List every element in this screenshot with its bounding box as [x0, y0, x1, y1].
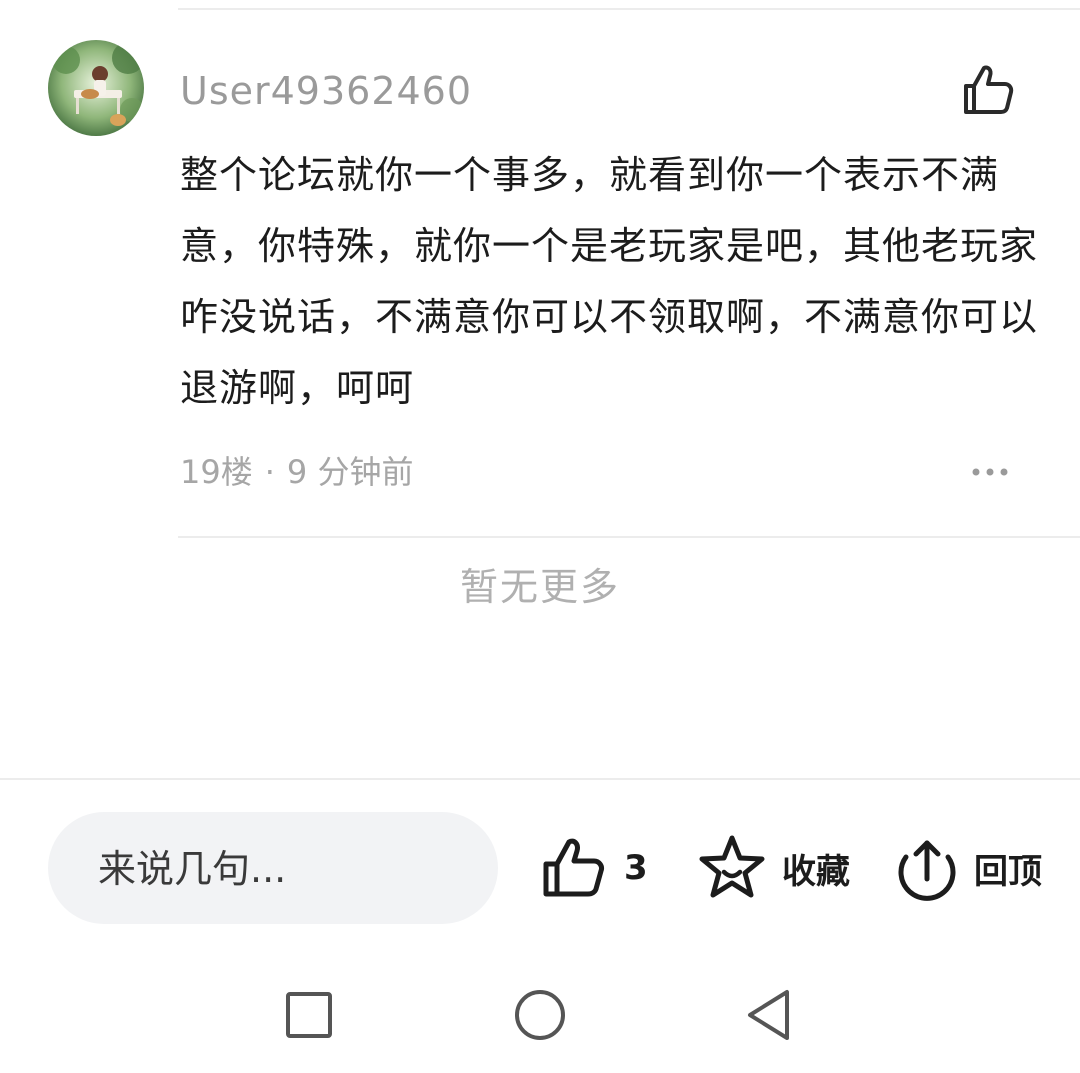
comment-text: 整个论坛就你一个事多，就看到你一个表示不满意，你特殊，就你一个是老玩家是吧，其他…: [180, 153, 1039, 410]
meta-separator: ·: [264, 453, 275, 491]
back-to-top-label: 回顶: [974, 851, 1042, 892]
comment-input-placeholder: 来说几句...: [98, 847, 287, 891]
comment-like-button[interactable]: [958, 60, 1018, 120]
avatar[interactable]: [48, 40, 144, 136]
comment-divider: [178, 536, 1080, 538]
post-time: 9 分钟前: [286, 453, 414, 491]
circle-icon: [515, 990, 565, 1040]
square-icon: [286, 992, 332, 1038]
more-options-button[interactable]: [960, 454, 1020, 490]
floor-number: 19楼: [180, 453, 253, 491]
more-dots-icon: [972, 468, 1008, 476]
star-icon: [699, 835, 765, 898]
nav-home-button[interactable]: [510, 985, 570, 1045]
list-end-text: 暂无更多: [459, 565, 620, 609]
post-like-button[interactable]: 3: [538, 830, 648, 906]
nav-recent-apps-button[interactable]: [279, 985, 339, 1045]
back-to-top-button[interactable]: 回顶: [894, 830, 1042, 906]
username[interactable]: User49362460: [180, 68, 472, 114]
thumbs-up-icon: [964, 65, 1014, 114]
favorite-button[interactable]: 收藏: [696, 830, 850, 906]
comment-input[interactable]: 来说几句...: [48, 812, 498, 924]
avatar-image: [48, 40, 144, 136]
triangle-back-icon: [748, 990, 789, 1040]
nav-back-button[interactable]: [740, 985, 800, 1045]
like-count: 3: [624, 848, 648, 888]
favorite-label: 收藏: [782, 851, 850, 892]
comment-meta: 19楼 · 9 分钟前: [180, 450, 413, 494]
upload-arrow-icon: [898, 840, 956, 901]
top-divider: [178, 8, 1080, 10]
thumbs-up-icon: [543, 838, 604, 897]
comment-page: User49362460 整个论坛就你一个事多，就看到你一个表示不满意，你特殊，…: [0, 0, 1080, 1073]
bottom-bar-divider: [0, 778, 1080, 780]
